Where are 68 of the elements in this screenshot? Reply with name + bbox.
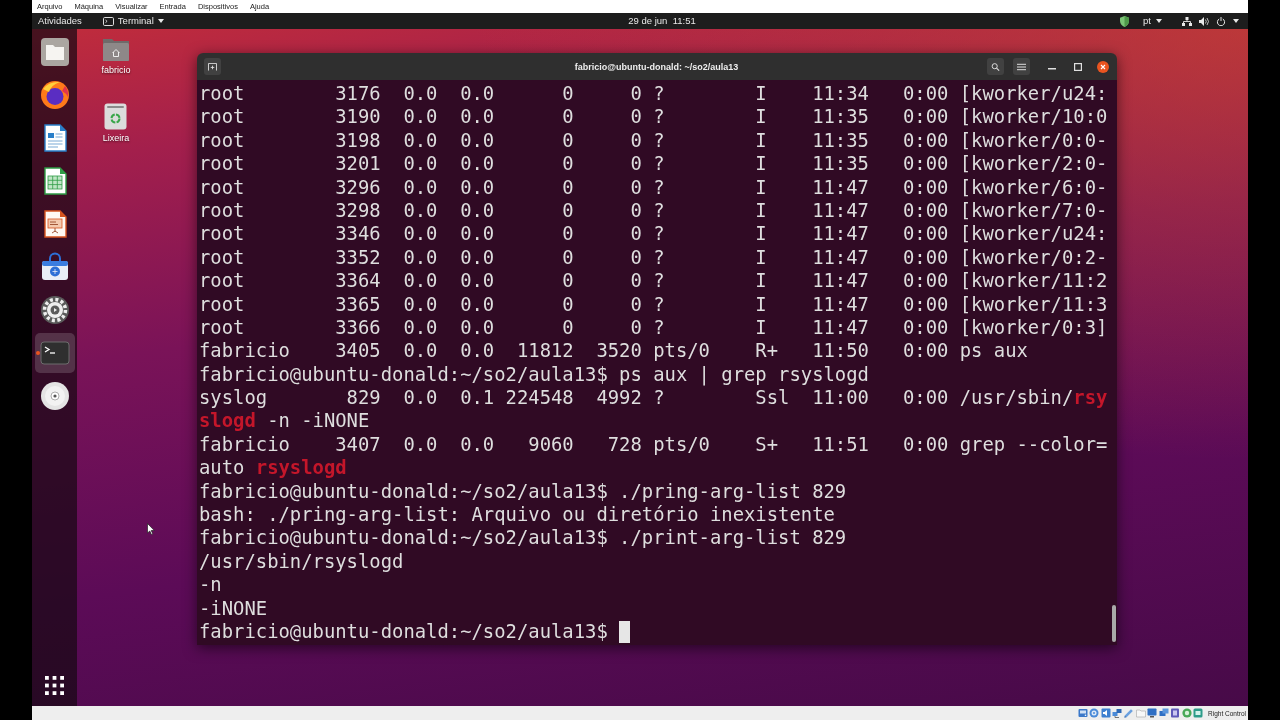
app-menu-button[interactable]: Terminal (102, 14, 164, 28)
window-title: fabricio@ubuntu-donald: ~/so2/aula13 (574, 61, 739, 72)
power-icon (1216, 16, 1226, 26)
terminal-line: root 3176 0.0 0.0 0 0 ? I 11:34 0:00 [kworker/u24: (199, 82, 1108, 106)
terminal-line: auto rsyslogd (199, 456, 347, 480)
audio-icon[interactable] (1100, 708, 1111, 718)
settings-icon (39, 295, 70, 325)
browser-icon (39, 80, 70, 110)
terminal-line: fabricio 3405 0.0 0.0 11812 3520 pts/0 R+ 11:50 0:00 ps aux (199, 339, 1028, 363)
disc-icon (39, 381, 70, 411)
terminal-icon (39, 338, 70, 368)
clock-button[interactable]: 29 de jun 11:51 (628, 14, 696, 28)
terminal-line: slogd -n -iNONE (199, 409, 370, 433)
terminal-line: fabricio@ubuntu-donald:~/so2/aula13$ (199, 620, 608, 644)
terminal-line: syslog 829 0.0 0.1 224548 4992 ? Ssl 11:00 0:00 /usr/sbin/rsy (199, 386, 1108, 410)
search-icon (991, 62, 1000, 71)
terminal-line: root 3346 0.0 0.0 0 0 ? I 11:47 0:00 [kworker/u24: (199, 222, 1108, 246)
terminal-line: root 3364 0.0 0.0 0 0 ? I 11:47 0:00 [kworker/11:2 (199, 269, 1108, 293)
menu-button[interactable] (1013, 58, 1030, 75)
window-icon[interactable] (1193, 708, 1204, 718)
network-icon[interactable] (1112, 708, 1123, 718)
new-tab-button[interactable] (204, 58, 221, 75)
terminal-line: -iNONE (199, 596, 268, 620)
optical-disc-icon[interactable] (1089, 708, 1100, 718)
activities-button[interactable]: Atividades (38, 14, 82, 28)
system-menu-button[interactable] (1182, 14, 1239, 28)
shield-icon[interactable] (1120, 15, 1130, 27)
shopping-bag-icon (39, 252, 70, 282)
network-icon (1182, 16, 1192, 26)
terminal-line: fabricio@ubuntu-donald:~/so2/aula13$ ./print-arg-list 829 (199, 526, 847, 550)
ring-icon[interactable] (1181, 708, 1192, 718)
chip-icon[interactable] (1170, 708, 1181, 718)
terminal-line: root 3190 0.0 0.0 0 0 ? I 11:35 0:00 [kworker/10:0 (199, 105, 1108, 129)
menu-icon (1017, 62, 1026, 71)
minimize-icon[interactable] (1048, 68, 1056, 70)
terminal-line: root 3365 0.0 0.0 0 0 ? I 11:47 0:00 [kworker/11:3 (199, 292, 1108, 316)
keyboard-layout-button[interactable]: pt (1143, 14, 1162, 28)
terminal-line: root 3198 0.0 0.0 0 0 ? I 11:35 0:00 [kworker/0:0- (199, 128, 1108, 153)
terminal-line: -n (199, 573, 222, 597)
maximize-icon[interactable] (1074, 62, 1082, 71)
app-grid-icon (45, 675, 64, 695)
terminal-line: root 3296 0.0 0.0 0 0 ? I 11:47 0:00 [kworker/6:0- (199, 175, 1108, 199)
terminal-line: fabricio 3407 0.0 0.0 9060 728 pts/0 S+ 11:51 0:00 grep --color= (199, 432, 1108, 457)
trash-can-icon[interactable] (104, 103, 128, 130)
screens-icon[interactable] (1158, 708, 1169, 718)
terminal-line: fabricio@ubuntu-donald:~/so2/aula13$ ps aux | grep rsyslogd (199, 362, 869, 387)
terminal-line: root 3298 0.0 0.0 0 0 ? I 11:47 0:00 [kworker/7:0- (199, 198, 1108, 223)
desktop-icon-label[interactable]: Lixeira (102, 133, 130, 144)
desktop-icon-label[interactable]: fabricio (101, 65, 131, 76)
volume-icon (1199, 16, 1209, 26)
mouse-pointer-icon (147, 523, 155, 535)
close-icon[interactable] (1097, 60, 1109, 73)
tab-plus-icon (208, 62, 217, 71)
terminal-line: bash: ./pring-arg-list: Arquivo ou diretório inexistente (199, 503, 835, 527)
search-button[interactable] (987, 58, 1004, 75)
folder-icon (39, 37, 70, 67)
terminal-line: root 3366 0.0 0.0 0 0 ? I 11:47 0:00 [kworker/0:3] (199, 315, 1108, 340)
terminal-line: /usr/sbin/rsyslogd (199, 549, 404, 574)
scrollbar-thumb[interactable] (1112, 605, 1116, 642)
caret-icon (157, 19, 164, 23)
home-folder-icon[interactable] (102, 38, 130, 62)
terminal-line: root 3352 0.0 0.0 0 0 ? I 11:47 0:00 [kworker/0:2- (199, 245, 1108, 270)
display-icon[interactable] (1147, 708, 1158, 718)
terminal-line: root 3201 0.0 0.0 0 0 ? I 11:35 0:00 [kworker/2:0- (199, 152, 1108, 176)
caret-icon (1156, 19, 1162, 23)
caret-icon (1233, 19, 1239, 23)
terminal-line: fabricio@ubuntu-donald:~/so2/aula13$ ./pring-arg-list 829 (199, 479, 847, 504)
terminal-icon (102, 16, 114, 26)
